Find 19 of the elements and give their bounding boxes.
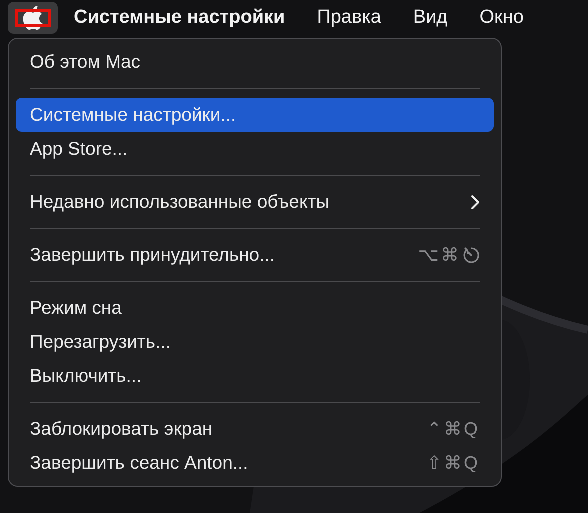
- menu-item[interactable]: Режим сна: [16, 291, 494, 325]
- keyboard-shortcut: ⇧⌘Q: [426, 452, 480, 474]
- menu-item[interactable]: Завершить принудительно... ⌥⌘: [16, 238, 494, 272]
- keyboard-shortcut: ⌃⌘Q: [426, 418, 480, 440]
- menu-item[interactable]: Недавно использованные объекты: [16, 185, 494, 219]
- menu-item[interactable]: Выключить...: [16, 359, 494, 393]
- menu-bar-item[interactable]: Системные настройки: [58, 2, 302, 34]
- menu-bar-item[interactable]: Вид: [397, 2, 464, 34]
- menu-item[interactable]: Системные настройки...: [16, 98, 494, 132]
- menu-item[interactable]: Заблокировать экран ⌃⌘Q: [16, 412, 494, 446]
- menu-bar-item[interactable]: Правка: [301, 2, 398, 34]
- menu-item[interactable]: App Store...: [16, 132, 494, 166]
- menu-bar-item[interactable]: Окно: [464, 2, 540, 34]
- menu-item[interactable]: Завершить сеанс Anton... ⇧⌘Q: [16, 446, 494, 480]
- menu-item[interactable]: Перезагрузить...: [16, 325, 494, 359]
- menu-item[interactable]: Об этом Mac: [16, 45, 494, 79]
- apple-menu-button[interactable]: [8, 2, 58, 34]
- keyboard-shortcut: ⌥⌘: [418, 244, 461, 266]
- apple-icon: [23, 6, 43, 30]
